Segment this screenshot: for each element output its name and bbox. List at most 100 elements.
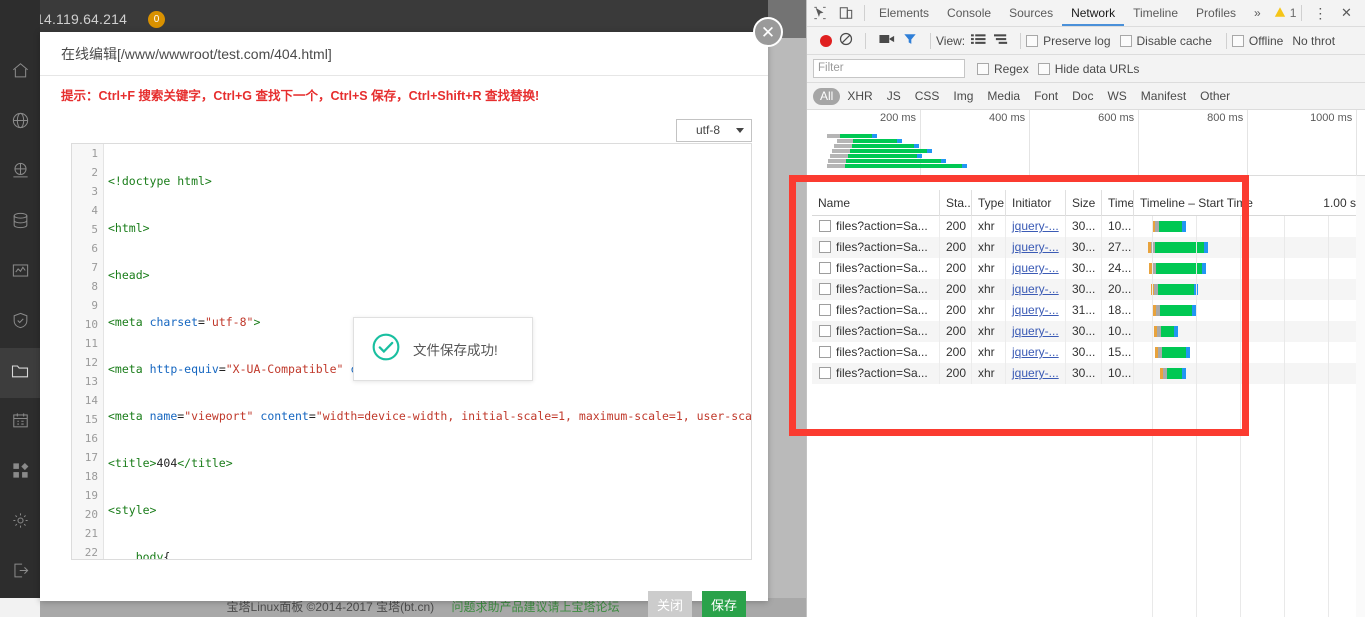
sidebar-item-security[interactable] [0,298,40,348]
filter-input[interactable]: Filter [813,59,965,78]
table-row[interactable]: files?action=Sa... 200 xhr jquery-... 30... 1… [812,321,1365,342]
cell-initiator[interactable]: jquery-... [1006,216,1066,237]
column-header[interactable]: Initiator [1006,190,1066,216]
line-number: 12 [84,356,98,369]
initiator-link[interactable]: jquery-... [1012,345,1059,359]
inspect-element-icon[interactable] [807,0,833,26]
waterfall-bar [1155,347,1190,358]
sidebar-item-files[interactable] [0,348,40,398]
filter-manifest[interactable]: Manifest [1134,89,1193,103]
sidebar-item-database[interactable] [0,198,40,248]
close-icon[interactable]: ✕ [753,17,783,47]
filter-ws[interactable]: WS [1100,89,1133,103]
filter-doc[interactable]: Doc [1065,89,1100,103]
disable-cache-checkbox[interactable]: Disable cache [1119,34,1212,48]
cell-time: 18... [1102,300,1134,321]
initiator-link[interactable]: jquery-... [1012,261,1059,275]
more-tabs-button[interactable]: » [1245,0,1270,26]
filter-css[interactable]: CSS [908,89,947,103]
table-row[interactable]: files?action=Sa... 200 xhr jquery-... 30... 1… [812,363,1365,384]
cancel-button[interactable]: 关闭 [648,591,692,617]
devtools-menu-button[interactable]: ⋮ [1307,0,1333,26]
filter-other[interactable]: Other [1193,89,1237,103]
filter-font[interactable]: Font [1027,89,1065,103]
cell-waterfall [1134,258,1365,279]
cell-size: 30... [1066,279,1102,300]
filter-js[interactable]: JS [880,89,908,103]
tab-sources[interactable]: Sources [1000,0,1062,26]
filter-media[interactable]: Media [980,89,1027,103]
network-overview-timeline[interactable]: 200 ms 400 ms 600 ms 800 ms 1000 ms [812,110,1365,176]
devtools-close-button[interactable]: ✕ [1333,0,1359,26]
filter-all[interactable]: All [813,87,841,105]
tab-timeline[interactable]: Timeline [1124,0,1187,26]
cell-initiator[interactable]: jquery-... [1006,363,1066,384]
overview-download-segment [917,154,922,158]
filter-xhr[interactable]: XHR [840,89,879,103]
tab-profiles[interactable]: Profiles [1187,0,1245,26]
column-header[interactable]: Name [812,190,940,216]
save-button[interactable]: 保存 [702,591,746,617]
bt-sidebar [0,0,40,598]
filter-icon[interactable] [903,32,917,49]
initiator-link[interactable]: jquery-... [1012,366,1059,380]
cell-initiator[interactable]: jquery-... [1006,279,1066,300]
tab-console[interactable]: Console [938,0,1000,26]
table-row[interactable]: files?action=Sa... 200 xhr jquery-... 30... 1… [812,216,1365,237]
column-header[interactable]: Sta... [940,190,972,216]
toggle-device-toolbar-icon[interactable] [833,0,859,26]
column-header[interactable]: Size [1066,190,1102,216]
initiator-link[interactable]: jquery-... [1012,282,1059,296]
throttling-select[interactable]: No throt [1292,34,1335,48]
initiator-link[interactable]: jquery-... [1012,219,1059,233]
sidebar-item-schedule[interactable] [0,398,40,448]
list-view-icon[interactable] [971,33,986,48]
sidebar-item-logout[interactable] [0,548,40,598]
table-row[interactable]: files?action=Sa... 200 xhr jquery-... 30... 1… [812,342,1365,363]
cell-initiator[interactable]: jquery-... [1006,342,1066,363]
initiator-link[interactable]: jquery-... [1012,303,1059,317]
footer-forum-link[interactable]: 问题求助产品建议请上宝塔论坛 [451,600,619,614]
cell-initiator[interactable]: jquery-... [1006,258,1066,279]
preserve-log-checkbox[interactable]: Preserve log [1026,34,1111,48]
record-button[interactable] [820,34,832,47]
clear-icon[interactable] [839,32,853,49]
code-line: <html> [108,221,150,235]
tab-elements[interactable]: Elements [870,0,938,26]
table-row[interactable]: files?action=Sa... 200 xhr jquery-... 31... 1… [812,300,1365,321]
warning-indicator[interactable]: 1 [1274,6,1296,21]
sidebar-item-settings[interactable] [0,498,40,548]
cell-status: 200 [940,363,972,384]
sidebar-item-apps[interactable] [0,448,40,498]
line-number: 13 [84,375,98,388]
cell-initiator[interactable]: jquery-... [1006,300,1066,321]
cell-initiator[interactable]: jquery-... [1006,237,1066,258]
sidebar-item-ftp[interactable] [0,148,40,198]
waterfall-download-segment [1186,347,1190,358]
column-header[interactable]: Time [1102,190,1134,216]
hide-data-urls-checkbox[interactable]: Hide data URLs [1037,62,1139,76]
chevron-down-icon [736,128,744,133]
regex-checkbox[interactable]: Regex [977,62,1029,76]
filter-img[interactable]: Img [946,89,980,103]
line-number: 3 [91,185,98,198]
table-row[interactable]: files?action=Sa... 200 xhr jquery-... 30... 2… [812,237,1365,258]
cell-initiator[interactable]: jquery-... [1006,321,1066,342]
waterfall-view-icon[interactable] [994,33,1009,48]
table-row[interactable]: files?action=Sa... 200 xhr jquery-... 30... 2… [812,279,1365,300]
capture-screenshots-icon[interactable] [879,33,895,48]
sidebar-item-monitor[interactable] [0,248,40,298]
vertical-scrollbar[interactable] [1356,176,1365,617]
sidebar-item-home[interactable] [0,48,40,98]
initiator-link[interactable]: jquery-... [1012,324,1059,338]
initiator-link[interactable]: jquery-... [1012,240,1059,254]
notification-badge[interactable]: 0 [148,11,165,28]
charset-select[interactable]: utf-8 [676,119,752,142]
sidebar-item-website[interactable] [0,98,40,148]
line-number: 11 [84,337,98,350]
table-row[interactable]: files?action=Sa... 200 xhr jquery-... 30... 2… [812,258,1365,279]
checkbox-box [1026,34,1039,47]
column-header[interactable]: Type [972,190,1006,216]
tab-network[interactable]: Network [1062,0,1125,26]
offline-checkbox[interactable]: Offline [1231,34,1283,48]
